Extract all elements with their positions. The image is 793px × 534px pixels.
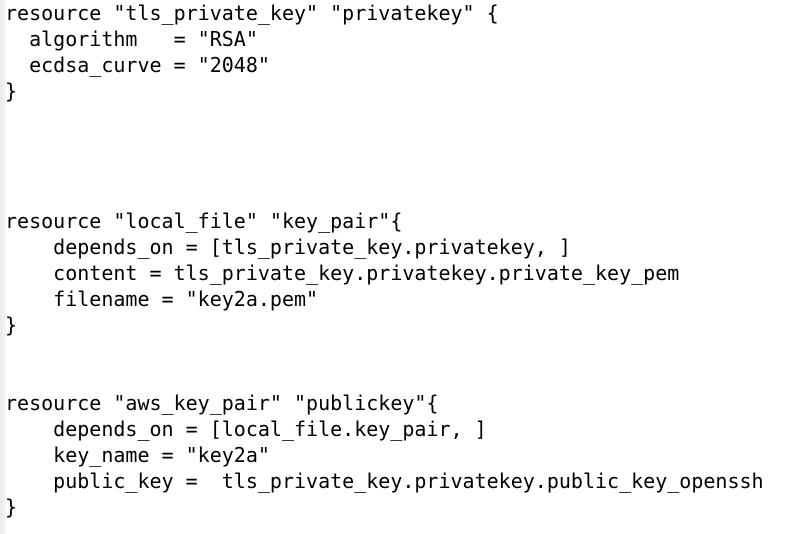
code-line: resource "tls_private_key" "privatekey" … (5, 1, 499, 25)
code-line: depends_on = [local_file.key_pair, ] (5, 417, 487, 441)
code-line: resource "aws_key_pair" "publickey"{ (5, 391, 439, 415)
code-line: key_name = "key2a" (5, 443, 270, 467)
code-line: filename = "key2a.pem" (5, 287, 319, 311)
code-line: } (5, 313, 18, 337)
code-line: } (5, 495, 18, 519)
code-line: content = tls_private_key.privatekey.pri… (5, 261, 680, 285)
code-line: algorithm = "RSA" (5, 27, 258, 51)
code-line: ecdsa_curve = "2048" (5, 53, 270, 77)
code-line: resource "local_file" "key_pair"{ (5, 209, 403, 233)
code-line: depends_on = [tls_private_key.privatekey… (5, 235, 571, 259)
code-editor[interactable]: resource "tls_private_key" "privatekey" … (0, 0, 793, 534)
code-line: } (5, 79, 18, 103)
code-text[interactable]: resource "tls_private_key" "privatekey" … (5, 0, 764, 520)
code-line: public_key = tls_private_key.privatekey.… (5, 469, 764, 493)
